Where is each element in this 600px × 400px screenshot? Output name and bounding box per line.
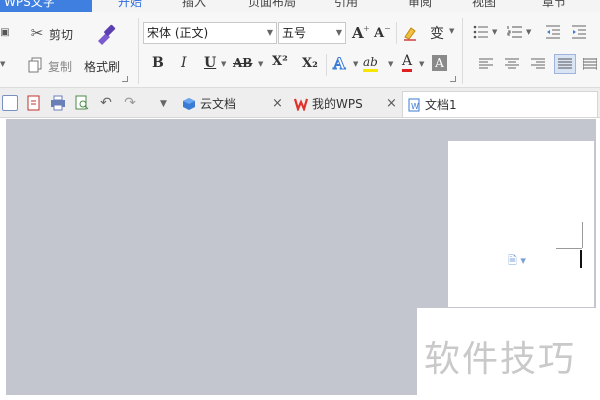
chevron-down-icon: ▼ xyxy=(266,28,273,37)
margin-marker xyxy=(556,248,582,249)
print-icon[interactable] xyxy=(50,95,66,111)
font-size-select[interactable]: 五号 ▼ xyxy=(278,22,346,44)
file-menu-button[interactable]: WPS文字 xyxy=(0,0,92,12)
font-launcher-icon[interactable] xyxy=(450,76,456,82)
chevron-down-icon[interactable]: ▼ xyxy=(353,60,358,68)
tab-cloud-docs[interactable]: 云文档 xyxy=(178,91,270,117)
shrink-font-button[interactable]: A xyxy=(374,26,384,41)
divider xyxy=(138,18,139,84)
plus-icon: + xyxy=(363,24,370,33)
menu-tab-chapter[interactable]: 章节 xyxy=(542,0,566,12)
distribute-icon[interactable] xyxy=(582,57,598,71)
clipboard-launcher-icon[interactable] xyxy=(122,76,128,82)
menu-tab-references[interactable]: 引用 xyxy=(334,0,358,12)
increase-indent-icon[interactable] xyxy=(570,24,588,40)
paste-options-icon[interactable]: 🗎 ▾ xyxy=(508,252,526,271)
cloud-cube-icon xyxy=(183,98,195,110)
copy-icon[interactable] xyxy=(27,56,45,74)
quick-access-dropdown-icon[interactable]: ▼ xyxy=(160,99,167,109)
justify-icon[interactable] xyxy=(554,54,576,74)
document-icon: W xyxy=(408,98,420,112)
document-page[interactable] xyxy=(448,141,594,307)
chevron-down-icon[interactable]: ▼ xyxy=(419,60,424,68)
decrease-indent-icon[interactable] xyxy=(544,24,562,40)
tab-bar: ↶ ↷ ▼ 云文档 × 我的WPS × W 文档1 xyxy=(0,88,600,118)
menu-strip: WPS文字 开始 插入 页面布局 引用 审阅 视图 章节 xyxy=(0,0,600,12)
print-preview-icon[interactable] xyxy=(74,95,90,111)
chevron-down-icon[interactable]: ▼ xyxy=(492,28,497,36)
chevron-down-icon[interactable]: ▼ xyxy=(388,60,393,68)
scissors-icon[interactable]: ✂ xyxy=(28,24,46,42)
bullet-list-icon[interactable] xyxy=(472,24,490,40)
close-icon[interactable]: × xyxy=(386,91,397,117)
align-center-icon[interactable] xyxy=(504,57,520,71)
strikethrough-button[interactable]: AB xyxy=(233,56,252,70)
chevron-down-icon: ▼ xyxy=(335,28,342,37)
svg-text:W: W xyxy=(411,102,419,111)
save-icon[interactable] xyxy=(2,95,18,111)
chevron-down-icon[interactable]: ▼ xyxy=(258,60,263,68)
tab-my-wps[interactable]: 我的WPS xyxy=(290,91,384,117)
italic-button[interactable]: I xyxy=(181,55,187,71)
tab-label: 文档1 xyxy=(425,98,457,112)
ribbon-home: ▣ ✂ 剪切 ▼ 复制 格式刷 宋体 (正文) ▼ 五号 ▼ A + A − 变… xyxy=(0,12,600,88)
menu-tab-view[interactable]: 视图 xyxy=(472,0,496,12)
tab-label: 我的WPS xyxy=(312,97,363,111)
chevron-down-icon[interactable]: ▼ xyxy=(449,27,454,35)
clear-format-icon[interactable] xyxy=(401,24,419,42)
bold-button[interactable]: B xyxy=(152,55,164,71)
subscript-button[interactable]: X₂ xyxy=(302,56,318,71)
undo-icon[interactable]: ↶ xyxy=(98,95,114,111)
watermark-text: 软件技巧 xyxy=(424,339,577,380)
font-name-select[interactable]: 宋体 (正文) ▼ xyxy=(143,22,277,44)
chevron-down-icon[interactable]: ▼ xyxy=(526,28,531,36)
underline-button[interactable]: U xyxy=(204,55,216,71)
font-size-value: 五号 xyxy=(282,26,307,40)
close-icon[interactable]: × xyxy=(272,91,283,117)
numbered-list-icon[interactable] xyxy=(506,24,524,40)
align-left-icon[interactable] xyxy=(478,57,494,71)
align-right-icon[interactable] xyxy=(530,57,546,71)
char-shading-button[interactable]: A xyxy=(432,55,447,71)
menu-tab-insert[interactable]: 插入 xyxy=(182,0,206,12)
redo-icon[interactable]: ↷ xyxy=(122,95,138,111)
grow-font-button[interactable]: A xyxy=(352,24,364,42)
export-pdf-icon[interactable] xyxy=(26,95,42,111)
format-painter-icon[interactable] xyxy=(92,20,120,48)
cut-button[interactable]: 剪切 xyxy=(49,26,73,43)
highlight-button[interactable]: ab xyxy=(363,55,378,72)
copy-button[interactable]: 复制 xyxy=(48,58,72,75)
tab-document-1[interactable]: W 文档1 xyxy=(402,91,598,117)
margin-marker xyxy=(582,222,583,248)
chevron-down-icon[interactable]: ▼ xyxy=(221,60,226,68)
menu-tab-page-layout[interactable]: 页面布局 xyxy=(248,0,296,12)
menu-tab-home[interactable]: 开始 xyxy=(118,0,142,12)
font-color-button[interactable]: A xyxy=(402,54,413,72)
divider xyxy=(326,54,327,76)
font-name-value: 宋体 (正文) xyxy=(147,26,209,40)
divider xyxy=(396,22,397,44)
text-cursor xyxy=(580,250,582,268)
format-painter-button[interactable]: 格式刷 xyxy=(84,58,120,75)
tab-label: 云文档 xyxy=(200,97,237,111)
superscript-button[interactable]: X² xyxy=(272,54,288,69)
minus-icon: − xyxy=(384,24,391,33)
paste-dropdown-arrow[interactable]: ▼ xyxy=(0,60,5,68)
text-effect-button[interactable]: A xyxy=(332,54,345,74)
menu-tab-review[interactable]: 审阅 xyxy=(408,0,432,12)
divider xyxy=(462,18,463,84)
wps-logo-icon xyxy=(294,98,308,111)
phonetic-guide-button[interactable]: 变 xyxy=(430,23,444,43)
paste-icon[interactable]: ▣ xyxy=(0,24,10,42)
